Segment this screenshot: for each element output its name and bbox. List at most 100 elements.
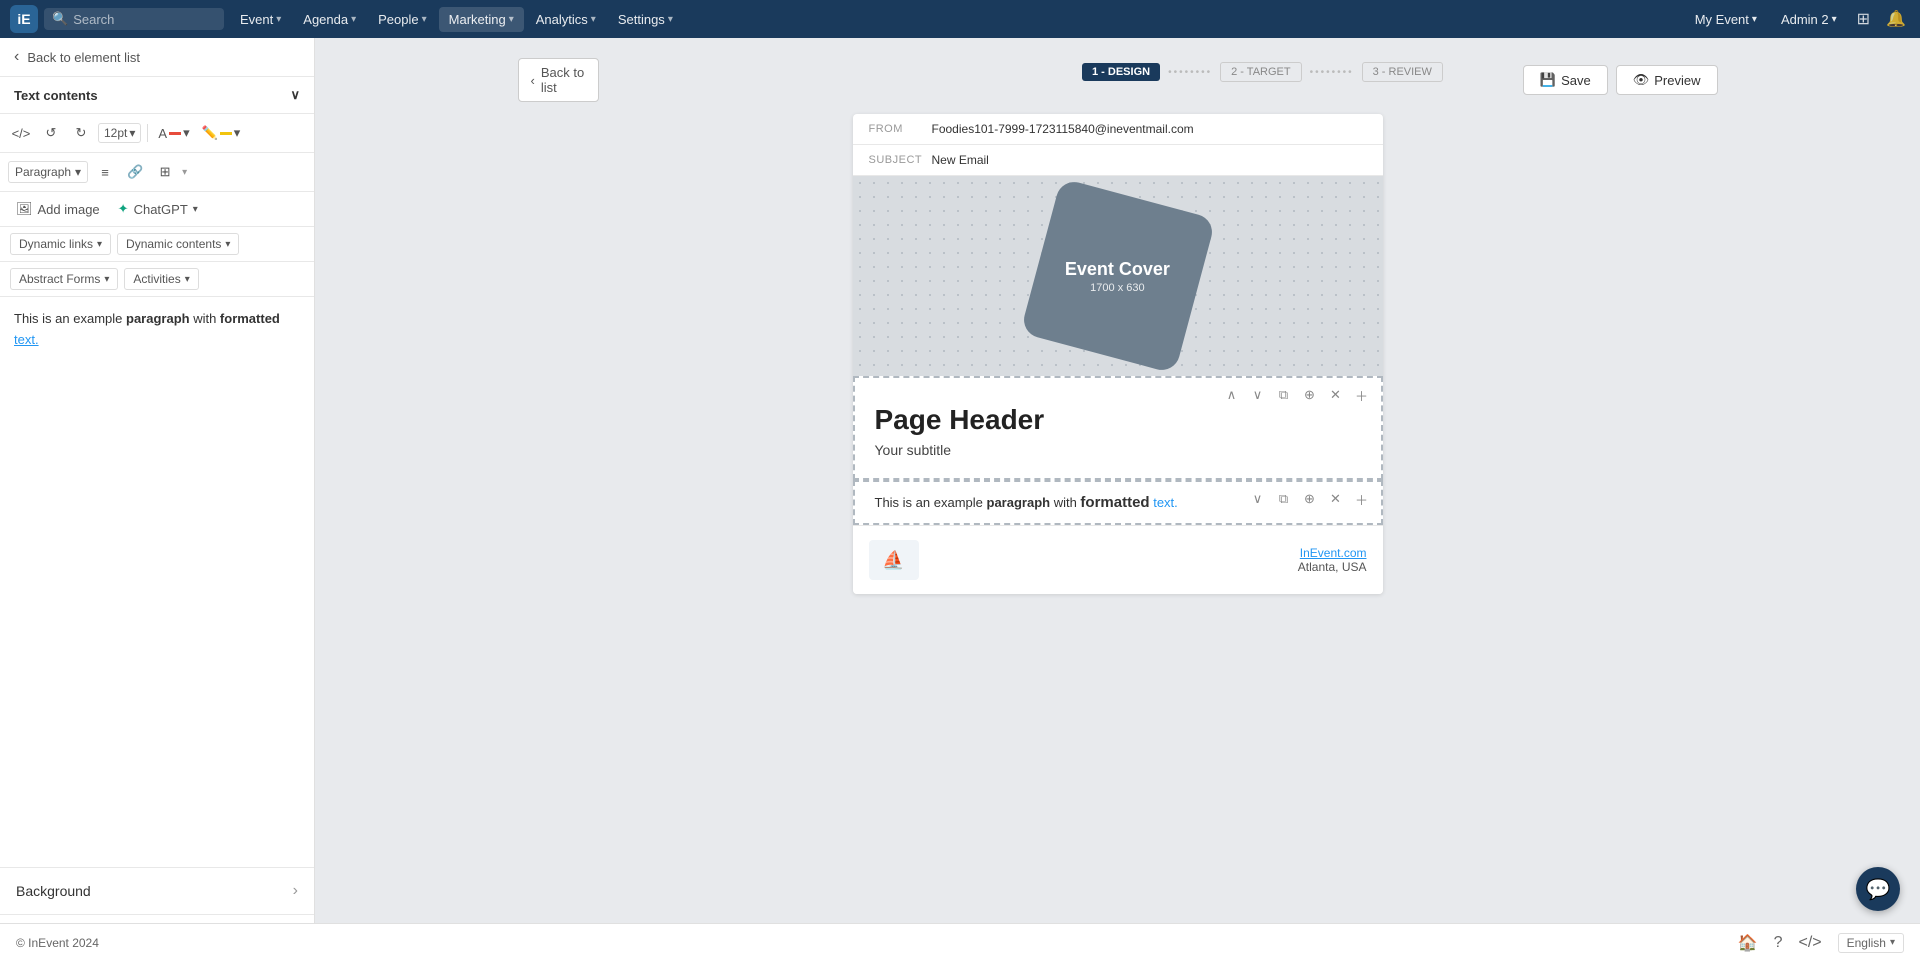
text-contents-section-header: Text contents ∨ [0, 77, 314, 114]
chevron-down-icon: ▾ [193, 204, 198, 215]
admin-button[interactable]: Admin 2 ▾ [1773, 8, 1845, 31]
chevron-down-icon: ▾ [97, 239, 102, 250]
back-to-element-list-button[interactable]: ‹ Back to element list [0, 38, 314, 77]
chevron-down-icon: ▾ [183, 125, 190, 141]
step3[interactable]: 3 - REVIEW [1362, 62, 1443, 82]
chevron-down-icon: ▾ [182, 167, 187, 178]
footer-logo: ⛵ [869, 540, 919, 580]
text-toolbar-row2: Paragraph ▾ ≡ 🔗 ⊞ ▾ [0, 153, 314, 192]
footer-location: Atlanta, USA [1298, 560, 1367, 574]
page-header-toolbar: ∧ ∨ ⧉ ⊕ ✕ ＋ [1221, 384, 1373, 406]
chevron-down-icon: ▾ [185, 274, 190, 285]
forms-activities-row: Abstract Forms ▾ Activities ▾ [0, 262, 314, 297]
help-icon[interactable]: ? [1774, 934, 1783, 952]
nav-item-settings[interactable]: Settings ▾ [608, 7, 683, 32]
nav-item-event[interactable]: Event ▾ [230, 7, 291, 32]
step2[interactable]: 2 - TARGET [1220, 62, 1302, 82]
language-selector[interactable]: English ▾ [1838, 933, 1904, 953]
activities-button[interactable]: Activities ▾ [124, 268, 198, 290]
duplicate-button[interactable]: ⊕ [1299, 488, 1321, 510]
text-content-area[interactable]: This is an example paragraph with format… [0, 297, 314, 867]
dynamic-links-button[interactable]: Dynamic links ▾ [10, 233, 111, 255]
paragraph-select[interactable]: Paragraph ▾ [8, 161, 88, 183]
font-size-select[interactable]: 12pt ▾ [98, 123, 141, 143]
code-icon[interactable]: </> [1798, 934, 1821, 952]
dynamic-row: Dynamic links ▾ Dynamic contents ▾ [0, 227, 314, 262]
text-toolbar-row1: </> ↺ ↻ 12pt ▾ A ▾ ✏️ ▾ [0, 114, 314, 153]
chevron-down-icon: ▾ [422, 14, 427, 25]
text-color-button[interactable]: A ▾ [154, 123, 193, 143]
add-button[interactable]: ＋ [1351, 488, 1373, 510]
chat-fab-button[interactable]: 💬 [1856, 867, 1900, 911]
page-header-section[interactable]: ∧ ∨ ⧉ ⊕ ✕ ＋ Page Header Your subtitle [853, 376, 1383, 480]
toolbar-divider [147, 124, 148, 142]
home-icon[interactable]: 🏠 [1738, 933, 1758, 953]
email-preview: FROM Foodies101-7999-1723115840@ineventm… [853, 114, 1383, 594]
email-subject-row: SUBJECT New Email [853, 145, 1383, 176]
add-button[interactable]: ＋ [1351, 384, 1373, 406]
chatgpt-button[interactable]: ✦ ChatGPT ▾ [112, 198, 204, 220]
bullet-list-button[interactable]: ≡ [92, 159, 118, 185]
collapse-icon[interactable]: ∨ [290, 87, 300, 103]
bottom-bar: © InEvent 2024 🏠 ? </> English ▾ [0, 923, 1920, 961]
top-actions-bar: ‹ Back to list 1 - DESIGN •••••••• 2 - T… [518, 58, 1718, 102]
chevron-down-icon: ▾ [509, 14, 514, 25]
nav-item-marketing[interactable]: Marketing ▾ [439, 7, 524, 32]
move-up-button[interactable]: ∧ [1221, 384, 1243, 406]
highlight-color-button[interactable]: ✏️ ▾ [198, 123, 245, 143]
cover-diamond: Event Cover 1700 x 630 [1020, 178, 1216, 374]
step-dots-2: •••••••• [1310, 67, 1354, 78]
move-down-button[interactable]: ∨ [1247, 384, 1269, 406]
chevron-down-icon: ▾ [225, 239, 230, 250]
save-preview-buttons: 💾 Save 👁 Preview [1523, 65, 1718, 95]
back-to-list-button[interactable]: ‹ Back to list [518, 58, 599, 102]
copy-button[interactable]: ⧉ [1273, 488, 1295, 510]
bell-icon[interactable]: 🔔 [1882, 5, 1910, 33]
preview-button[interactable]: 👁 Preview [1616, 65, 1718, 95]
search-bar[interactable]: 🔍 [44, 8, 224, 30]
background-section[interactable]: Background › [0, 867, 314, 914]
save-button[interactable]: 💾 Save [1523, 65, 1608, 95]
dynamic-contents-button[interactable]: Dynamic contents ▾ [117, 233, 239, 255]
add-image-button[interactable]: 🖼 Add image [10, 198, 106, 220]
redo-button[interactable]: ↻ [68, 120, 94, 146]
search-input[interactable] [73, 12, 216, 27]
app-logo[interactable]: iE [10, 5, 38, 33]
steps-bar: 1 - DESIGN •••••••• 2 - TARGET •••••••• … [599, 62, 1523, 82]
chevron-down-icon: ▾ [351, 14, 356, 25]
nav-item-people[interactable]: People ▾ [368, 7, 437, 32]
table-button[interactable]: ⊞ [152, 159, 178, 185]
email-footer: ⛵ InEvent.com Atlanta, USA [853, 525, 1383, 594]
chevron-down-icon: ▾ [75, 165, 81, 179]
nav-item-analytics[interactable]: Analytics ▾ [526, 7, 606, 32]
chevron-down-icon: ▾ [129, 126, 135, 140]
nav-item-agenda[interactable]: Agenda ▾ [293, 7, 366, 32]
left-panel: ‹ Back to element list Text contents ∨ <… [0, 38, 315, 961]
add-image-chatgpt-row: 🖼 Add image ✦ ChatGPT ▾ [0, 192, 314, 227]
chevron-left-icon: ‹ [14, 48, 19, 66]
undo-button[interactable]: ↺ [38, 120, 64, 146]
grid-icon[interactable]: ⊞ [1853, 5, 1874, 33]
my-event-button[interactable]: My Event ▾ [1687, 8, 1765, 31]
copyright-text: © InEvent 2024 [16, 936, 99, 950]
chevron-down-icon: ▾ [276, 14, 281, 25]
step-dots-1: •••••••• [1168, 67, 1212, 78]
step1[interactable]: 1 - DESIGN [1082, 63, 1160, 81]
chevron-down-icon: ▾ [1752, 14, 1757, 25]
delete-button[interactable]: ✕ [1325, 384, 1347, 406]
search-icon: 🔍 [52, 11, 68, 27]
footer-link[interactable]: InEvent.com [1300, 546, 1367, 560]
duplicate-button[interactable]: ⊕ [1299, 384, 1321, 406]
abstract-forms-button[interactable]: Abstract Forms ▾ [10, 268, 118, 290]
nav-right: My Event ▾ Admin 2 ▾ ⊞ 🔔 [1687, 5, 1910, 33]
link-button[interactable]: 🔗 [122, 159, 148, 185]
chevron-left-icon: ‹ [531, 73, 535, 88]
delete-button[interactable]: ✕ [1325, 488, 1347, 510]
copy-button[interactable]: ⧉ [1273, 384, 1295, 406]
code-button[interactable]: </> [8, 120, 34, 146]
text-paragraph-section[interactable]: ∨ ⧉ ⊕ ✕ ＋ This is an example paragraph w… [853, 480, 1383, 525]
chevron-down-icon: ▾ [104, 274, 109, 285]
main-layout: ‹ Back to element list Text contents ∨ <… [0, 38, 1920, 961]
event-cover-section: Event Cover 1700 x 630 [853, 176, 1383, 376]
move-down-button[interactable]: ∨ [1247, 488, 1269, 510]
